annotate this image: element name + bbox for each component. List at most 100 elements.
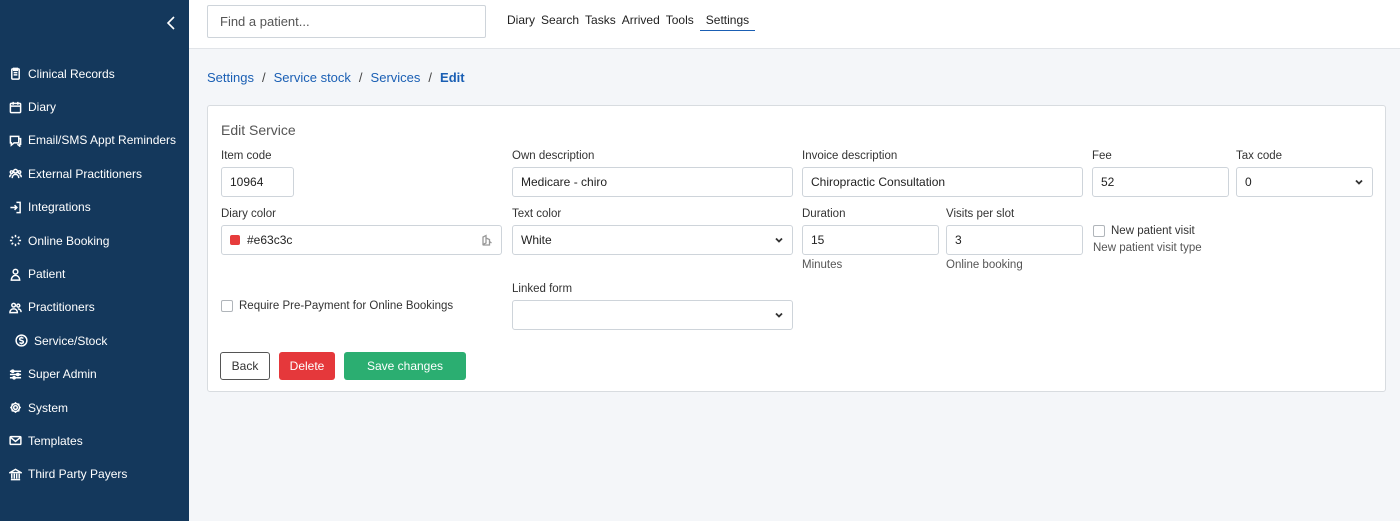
tax-code-select[interactable]: 0 — [1236, 167, 1373, 197]
sliders-icon — [8, 367, 22, 381]
sidebar-item-label: Service/Stock — [34, 333, 108, 348]
people-group-icon — [8, 167, 22, 181]
save-changes-button[interactable]: Save changes — [344, 352, 466, 380]
chevron-down-icon — [775, 237, 783, 243]
sidebar-item-label: External Practitioners — [28, 166, 143, 181]
own-description-label: Own description — [512, 150, 595, 162]
breadcrumb-separator: / — [358, 70, 363, 85]
chevron-left-icon — [166, 16, 175, 30]
chevron-down-icon — [1355, 179, 1363, 185]
diary-color-input[interactable]: #e63c3c — [221, 225, 502, 255]
breadcrumb-service-stock[interactable]: Service stock — [274, 70, 351, 85]
item-code-label: Item code — [221, 150, 272, 162]
sidebar-item-practitioners[interactable]: Practitioners — [0, 291, 189, 324]
dollar-circle-icon — [14, 334, 28, 348]
color-picker-icon[interactable] — [481, 234, 493, 246]
person-icon — [8, 267, 22, 281]
new-patient-visit-checkbox[interactable] — [1093, 225, 1105, 237]
new-patient-visit-label[interactable]: New patient visit — [1111, 225, 1195, 237]
diary-color-label: Diary color — [221, 208, 276, 220]
sidebar-item-label: Super Admin — [28, 367, 97, 382]
sign-in-icon — [8, 200, 22, 214]
sidebar-item-label: Clinical Records — [28, 66, 115, 81]
invoice-description-input[interactable] — [802, 167, 1083, 197]
edit-service-card: Edit Service Item code Own description I… — [207, 105, 1386, 392]
sidebar-item-patient[interactable]: Patient — [0, 257, 189, 290]
sidebar-item-online-booking[interactable]: Online Booking — [0, 224, 189, 257]
linked-form-select[interactable] — [512, 300, 793, 330]
diary-color-value: #e63c3c — [247, 233, 293, 247]
breadcrumb-separator: / — [428, 70, 433, 85]
fee-label: Fee — [1092, 150, 1112, 162]
sidebar-item-system[interactable]: System — [0, 391, 189, 424]
sidebar-item-clinical-records[interactable]: Clinical Records — [0, 57, 189, 90]
sidebar-item-label: Practitioners — [28, 300, 95, 315]
collapse-sidebar-button[interactable] — [164, 14, 180, 32]
top-nav-tools[interactable]: Tools — [666, 13, 700, 31]
text-color-select[interactable]: White — [512, 225, 793, 255]
top-nav: Diary Search Tasks Arrived Tools Setting… — [507, 13, 756, 31]
sidebar-item-service-stock[interactable]: Service/Stock — [0, 324, 189, 357]
text-color-value: White — [521, 233, 552, 247]
sidebar-item-label: System — [28, 400, 69, 415]
sidebar-item-label: Online Booking — [28, 233, 110, 248]
clipboard-icon — [8, 67, 22, 81]
sidebar-item-integrations[interactable]: Integrations — [0, 191, 189, 224]
breadcrumb-services[interactable]: Services — [371, 70, 421, 85]
sparkle-icon — [8, 234, 22, 248]
duration-input[interactable] — [802, 225, 939, 255]
top-nav-arrived[interactable]: Arrived — [622, 13, 666, 31]
breadcrumb-separator: / — [261, 70, 266, 85]
sidebar-item-label: Integrations — [28, 200, 91, 215]
require-prepayment-label[interactable]: Require Pre-Payment for Online Bookings — [239, 300, 453, 312]
sidebar-item-email-sms-reminders[interactable]: Email/SMS Appt Reminders — [0, 124, 189, 157]
text-color-label: Text color — [512, 208, 562, 220]
breadcrumb: Settings / Service stock / Services / Ed… — [207, 70, 465, 85]
color-swatch — [230, 235, 240, 245]
visits-per-slot-hint: Online booking — [946, 259, 1023, 271]
tax-code-label: Tax code — [1236, 150, 1283, 162]
visits-per-slot-label: Visits per slot — [946, 208, 1015, 220]
visits-per-slot-input[interactable] — [946, 225, 1083, 255]
bank-icon — [8, 467, 22, 481]
people-icon — [8, 300, 22, 314]
sidebar-item-external-practitioners[interactable]: External Practitioners — [0, 157, 189, 190]
linked-form-label: Linked form — [512, 283, 573, 295]
breadcrumb-current: Edit — [440, 70, 465, 85]
sidebar-item-label: Templates — [28, 433, 83, 448]
sidebar-item-label: Third Party Payers — [28, 467, 128, 482]
duration-hint: Minutes — [802, 259, 843, 271]
card-title: Edit Service — [221, 122, 296, 138]
sidebar-item-templates[interactable]: Templates — [0, 424, 189, 457]
patient-search-input[interactable] — [207, 5, 486, 38]
item-code-input[interactable] — [221, 167, 294, 197]
invoice-description-label: Invoice description — [802, 150, 898, 162]
top-nav-settings[interactable]: Settings — [699, 13, 756, 31]
duration-label: Duration — [802, 208, 846, 220]
sidebar-item-third-party-payers[interactable]: Third Party Payers — [0, 458, 189, 491]
chevron-down-icon — [775, 312, 783, 318]
sidebar-item-label: Diary — [28, 100, 57, 115]
calendar-icon — [8, 100, 22, 114]
sidebar: Clinical Records Diary Email/SMS Appt Re… — [0, 0, 189, 521]
sidebar-item-super-admin[interactable]: Super Admin — [0, 358, 189, 391]
fee-input[interactable] — [1092, 167, 1229, 197]
sidebar-nav: Clinical Records Diary Email/SMS Appt Re… — [0, 57, 189, 491]
top-nav-search[interactable]: Search — [541, 13, 585, 31]
own-description-input[interactable] — [512, 167, 793, 197]
envelope-icon — [8, 434, 22, 448]
new-patient-visit-hint: New patient visit type — [1093, 242, 1202, 254]
require-prepayment-checkbox[interactable] — [221, 300, 233, 312]
chat-icon — [8, 133, 22, 147]
sidebar-item-label: Email/SMS Appt Reminders — [28, 133, 177, 148]
tax-code-value: 0 — [1245, 175, 1252, 189]
top-header: Diary Search Tasks Arrived Tools Setting… — [189, 0, 1400, 49]
sidebar-item-label: Patient — [28, 267, 66, 282]
sidebar-item-diary[interactable]: Diary — [0, 90, 189, 123]
breadcrumb-settings[interactable]: Settings — [207, 70, 254, 85]
gear-icon — [8, 401, 22, 415]
top-nav-tasks[interactable]: Tasks — [585, 13, 622, 31]
back-button[interactable]: Back — [220, 352, 270, 380]
delete-button[interactable]: Delete — [279, 352, 335, 380]
top-nav-diary[interactable]: Diary — [507, 13, 541, 31]
